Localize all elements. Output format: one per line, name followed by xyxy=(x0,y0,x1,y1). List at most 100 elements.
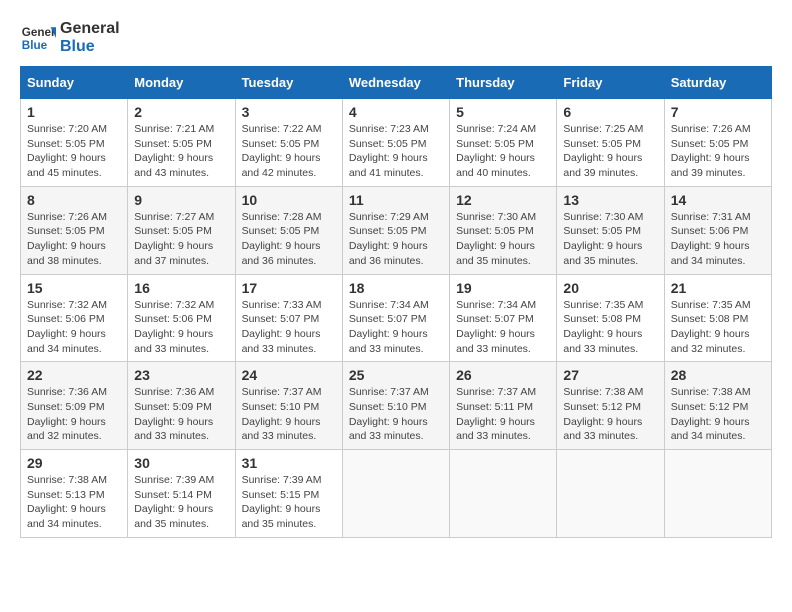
day-info: Sunrise: 7:30 AMSunset: 5:05 PMDaylight:… xyxy=(456,210,550,269)
day-number: 9 xyxy=(134,192,228,208)
svg-text:General: General xyxy=(22,26,56,39)
day-number: 14 xyxy=(671,192,765,208)
empty-cell xyxy=(342,450,449,538)
week-row-2: 8 Sunrise: 7:26 AMSunset: 5:05 PMDaylight… xyxy=(21,186,772,274)
day-number: 18 xyxy=(349,280,443,296)
day-info: Sunrise: 7:27 AMSunset: 5:05 PMDaylight:… xyxy=(134,210,228,269)
day-info: Sunrise: 7:26 AMSunset: 5:05 PMDaylight:… xyxy=(27,210,121,269)
empty-cell xyxy=(450,450,557,538)
day-info: Sunrise: 7:39 AMSunset: 5:15 PMDaylight:… xyxy=(242,473,336,532)
day-number: 8 xyxy=(27,192,121,208)
logo: General Blue General Blue xyxy=(20,20,120,56)
day-info: Sunrise: 7:28 AMSunset: 5:05 PMDaylight:… xyxy=(242,210,336,269)
day-number: 1 xyxy=(27,104,121,120)
day-cell-24: 24 Sunrise: 7:37 AMSunset: 5:10 PMDayligh… xyxy=(235,362,342,450)
day-info: Sunrise: 7:22 AMSunset: 5:05 PMDaylight:… xyxy=(242,122,336,181)
day-info: Sunrise: 7:35 AMSunset: 5:08 PMDaylight:… xyxy=(671,298,765,357)
week-row-3: 15 Sunrise: 7:32 AMSunset: 5:06 PMDayligh… xyxy=(21,274,772,362)
header: General Blue General Blue xyxy=(20,20,772,56)
day-info: Sunrise: 7:38 AMSunset: 5:12 PMDaylight:… xyxy=(671,385,765,444)
day-cell-19: 19 Sunrise: 7:34 AMSunset: 5:07 PMDayligh… xyxy=(450,274,557,362)
svg-text:Blue: Blue xyxy=(22,39,48,52)
weekday-header-thursday: Thursday xyxy=(450,67,557,99)
day-cell-30: 30Sunrise: 7:39 AMSunset: 5:14 PMDayligh… xyxy=(128,450,235,538)
day-cell-25: 25Sunrise: 7:37 AMSunset: 5:10 PMDayligh… xyxy=(342,362,449,450)
day-number: 5 xyxy=(456,104,550,120)
calendar-table: SundayMondayTuesdayWednesdayThursdayFrid… xyxy=(20,66,772,538)
day-number: 7 xyxy=(671,104,765,120)
day-info: Sunrise: 7:34 AMSunset: 5:07 PMDaylight:… xyxy=(456,298,550,357)
day-number: 31 xyxy=(242,455,336,471)
day-info: Sunrise: 7:36 AMSunset: 5:09 PMDaylight:… xyxy=(134,385,228,444)
day-number: 15 xyxy=(27,280,121,296)
day-info: Sunrise: 7:20 AMSunset: 5:05 PMDaylight:… xyxy=(27,122,121,181)
day-cell-27: 27 Sunrise: 7:38 AMSunset: 5:12 PMDayligh… xyxy=(557,362,664,450)
day-info: Sunrise: 7:33 AMSunset: 5:07 PMDaylight:… xyxy=(242,298,336,357)
day-info: Sunrise: 7:38 AMSunset: 5:13 PMDaylight:… xyxy=(27,473,121,532)
logo-text-general: General xyxy=(60,20,120,38)
weekday-header-monday: Monday xyxy=(128,67,235,99)
day-number: 24 xyxy=(242,367,336,383)
week-row-1: 1 Sunrise: 7:20 AMSunset: 5:05 PMDaylight… xyxy=(21,99,772,187)
day-cell-7: 7 Sunrise: 7:26 AMSunset: 5:05 PMDaylight… xyxy=(664,99,771,187)
day-info: Sunrise: 7:37 AMSunset: 5:11 PMDaylight:… xyxy=(456,385,550,444)
day-info: Sunrise: 7:31 AMSunset: 5:06 PMDaylight:… xyxy=(671,210,765,269)
day-cell-21: 21 Sunrise: 7:35 AMSunset: 5:08 PMDayligh… xyxy=(664,274,771,362)
day-info: Sunrise: 7:32 AMSunset: 5:06 PMDaylight:… xyxy=(134,298,228,357)
day-number: 25 xyxy=(349,367,443,383)
day-cell-10: 10 Sunrise: 7:28 AMSunset: 5:05 PMDayligh… xyxy=(235,186,342,274)
day-info: Sunrise: 7:36 AMSunset: 5:09 PMDaylight:… xyxy=(27,385,121,444)
day-info: Sunrise: 7:23 AMSunset: 5:05 PMDaylight:… xyxy=(349,122,443,181)
day-cell-5: 5 Sunrise: 7:24 AMSunset: 5:05 PMDaylight… xyxy=(450,99,557,187)
weekday-header-wednesday: Wednesday xyxy=(342,67,449,99)
day-info: Sunrise: 7:37 AMSunset: 5:10 PMDaylight:… xyxy=(242,385,336,444)
day-number: 13 xyxy=(563,192,657,208)
day-info: Sunrise: 7:38 AMSunset: 5:12 PMDaylight:… xyxy=(563,385,657,444)
weekday-header-tuesday: Tuesday xyxy=(235,67,342,99)
day-info: Sunrise: 7:24 AMSunset: 5:05 PMDaylight:… xyxy=(456,122,550,181)
day-cell-4: 4 Sunrise: 7:23 AMSunset: 5:05 PMDaylight… xyxy=(342,99,449,187)
day-cell-28: 28Sunrise: 7:38 AMSunset: 5:12 PMDayligh… xyxy=(664,362,771,450)
day-number: 12 xyxy=(456,192,550,208)
day-number: 3 xyxy=(242,104,336,120)
day-number: 27 xyxy=(563,367,657,383)
day-number: 19 xyxy=(456,280,550,296)
day-cell-17: 17 Sunrise: 7:33 AMSunset: 5:07 PMDayligh… xyxy=(235,274,342,362)
day-number: 22 xyxy=(27,367,121,383)
day-info: Sunrise: 7:39 AMSunset: 5:14 PMDaylight:… xyxy=(134,473,228,532)
day-cell-31: 31 Sunrise: 7:39 AMSunset: 5:15 PMDayligh… xyxy=(235,450,342,538)
weekday-header-saturday: Saturday xyxy=(664,67,771,99)
day-info: Sunrise: 7:30 AMSunset: 5:05 PMDaylight:… xyxy=(563,210,657,269)
day-info: Sunrise: 7:29 AMSunset: 5:05 PMDaylight:… xyxy=(349,210,443,269)
day-cell-8: 8 Sunrise: 7:26 AMSunset: 5:05 PMDaylight… xyxy=(21,186,128,274)
day-number: 17 xyxy=(242,280,336,296)
day-info: Sunrise: 7:26 AMSunset: 5:05 PMDaylight:… xyxy=(671,122,765,181)
day-cell-1: 1 Sunrise: 7:20 AMSunset: 5:05 PMDaylight… xyxy=(21,99,128,187)
day-number: 26 xyxy=(456,367,550,383)
logo-icon: General Blue xyxy=(20,20,56,56)
day-cell-13: 13 Sunrise: 7:30 AMSunset: 5:05 PMDayligh… xyxy=(557,186,664,274)
day-info: Sunrise: 7:35 AMSunset: 5:08 PMDaylight:… xyxy=(563,298,657,357)
day-number: 4 xyxy=(349,104,443,120)
day-cell-15: 15 Sunrise: 7:32 AMSunset: 5:06 PMDayligh… xyxy=(21,274,128,362)
day-cell-3: 3 Sunrise: 7:22 AMSunset: 5:05 PMDaylight… xyxy=(235,99,342,187)
day-cell-11: 11 Sunrise: 7:29 AMSunset: 5:05 PMDayligh… xyxy=(342,186,449,274)
day-number: 16 xyxy=(134,280,228,296)
weekday-header-friday: Friday xyxy=(557,67,664,99)
day-info: Sunrise: 7:32 AMSunset: 5:06 PMDaylight:… xyxy=(27,298,121,357)
day-number: 11 xyxy=(349,192,443,208)
day-info: Sunrise: 7:25 AMSunset: 5:05 PMDaylight:… xyxy=(563,122,657,181)
day-number: 2 xyxy=(134,104,228,120)
day-number: 6 xyxy=(563,104,657,120)
day-cell-12: 12 Sunrise: 7:30 AMSunset: 5:05 PMDayligh… xyxy=(450,186,557,274)
day-number: 10 xyxy=(242,192,336,208)
weekday-header-sunday: Sunday xyxy=(21,67,128,99)
day-number: 29 xyxy=(27,455,121,471)
day-cell-22: 22 Sunrise: 7:36 AMSunset: 5:09 PMDayligh… xyxy=(21,362,128,450)
day-cell-16: 16 Sunrise: 7:32 AMSunset: 5:06 PMDayligh… xyxy=(128,274,235,362)
empty-cell xyxy=(664,450,771,538)
day-cell-23: 23Sunrise: 7:36 AMSunset: 5:09 PMDayligh… xyxy=(128,362,235,450)
week-row-4: 22 Sunrise: 7:36 AMSunset: 5:09 PMDayligh… xyxy=(21,362,772,450)
day-number: 21 xyxy=(671,280,765,296)
day-cell-29: 29 Sunrise: 7:38 AMSunset: 5:13 PMDayligh… xyxy=(21,450,128,538)
